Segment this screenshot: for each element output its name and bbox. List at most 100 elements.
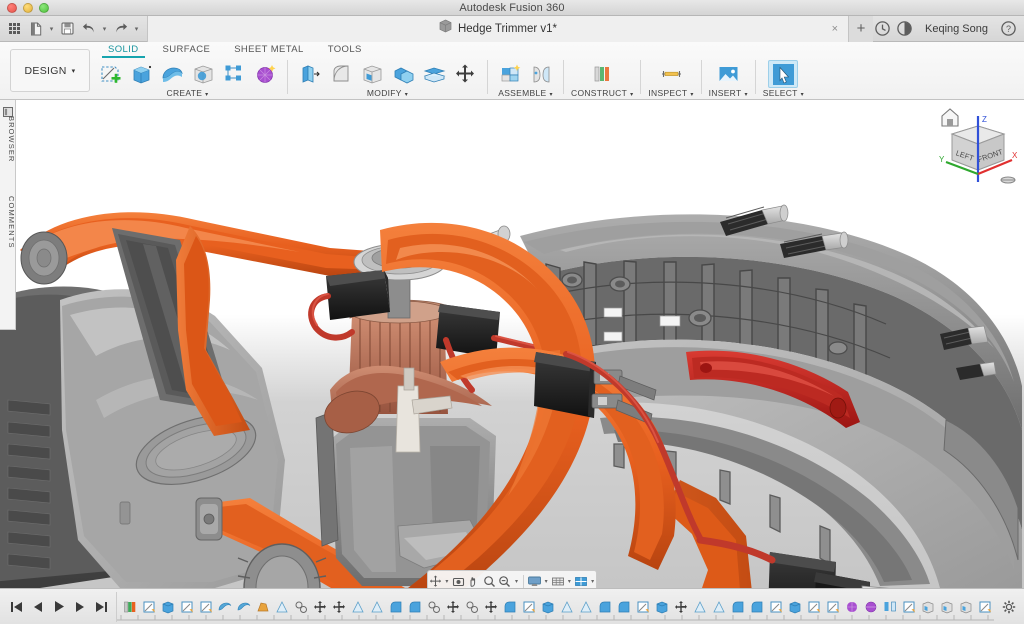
grid-snaps-icon[interactable]: [551, 572, 565, 588]
chevron-down-icon: ▾: [72, 67, 76, 75]
tab-sheet-metal-label: SHEET METAL: [234, 44, 304, 55]
chevron-down-icon[interactable]: ▾: [549, 92, 552, 98]
job-status-icon[interactable]: [873, 19, 892, 38]
home-icon: [942, 109, 958, 126]
ribbon-group-construct: CONSTRUCT▾: [568, 59, 636, 100]
document-tab[interactable]: Hedge Trimmer v1* ×: [147, 16, 849, 42]
redo-icon[interactable]: [111, 19, 130, 39]
combine-icon[interactable]: [388, 60, 418, 88]
timeline-feature-track[interactable]: [116, 592, 994, 622]
joint-icon[interactable]: [526, 60, 556, 88]
new-file-icon[interactable]: [26, 19, 45, 39]
zoom-fit-icon[interactable]: [498, 572, 512, 588]
tab-surface[interactable]: SURFACE: [151, 42, 223, 58]
ribbon-group-inspect-label: INSPECT▾: [648, 88, 693, 98]
pattern-icon[interactable]: [219, 60, 249, 88]
press-pull-icon[interactable]: [295, 60, 325, 88]
3d-viewport[interactable]: LEFT FRONT Z X Y: [0, 100, 1024, 588]
viewports-caret-icon[interactable]: ▾: [589, 578, 596, 585]
ribbon-group-insert-label: INSERT▾: [709, 88, 748, 98]
undo-caret-icon[interactable]: ▾: [100, 25, 109, 33]
form-icon[interactable]: [250, 60, 280, 88]
offset-plane-icon[interactable]: [587, 60, 617, 88]
insert-image-icon[interactable]: [713, 60, 743, 88]
new-file-caret-icon[interactable]: ▾: [47, 25, 56, 33]
orbit-hand-icon[interactable]: [467, 572, 481, 588]
select-cursor-icon[interactable]: [768, 60, 798, 88]
step-back-icon[interactable]: [32, 601, 44, 613]
create-sketch-icon[interactable]: [95, 60, 125, 88]
tab-surface-label: SURFACE: [163, 44, 211, 55]
document-tab-strip: ▾ ▾ ▾: [0, 16, 1024, 42]
timeline-settings-icon[interactable]: [994, 600, 1024, 614]
ribbon-group-modify-label: MODIFY▾: [367, 88, 408, 98]
tab-tools[interactable]: TOOLS: [316, 42, 374, 58]
notifications-icon[interactable]: [895, 19, 914, 38]
new-document-tab-button[interactable]: +: [849, 16, 873, 42]
grid-caret-icon[interactable]: ▾: [566, 578, 573, 585]
zoom-window-icon[interactable]: [482, 572, 496, 588]
undo-icon[interactable]: [79, 19, 98, 39]
pan-caret-icon[interactable]: ▾: [443, 578, 450, 585]
navbar-divider: [523, 575, 524, 588]
browser-icon[interactable]: [3, 104, 13, 114]
ribbon-group-select-label: SELECT▾: [763, 88, 804, 98]
extrude-icon[interactable]: [126, 60, 156, 88]
close-document-tab-button[interactable]: ×: [832, 23, 838, 35]
fusion360-window: Autodesk Fusion 360 ▾: [0, 0, 1024, 624]
pan-orbit-icon[interactable]: [428, 572, 442, 588]
chevron-down-icon[interactable]: ▾: [801, 92, 804, 98]
help-icon[interactable]: ?: [999, 19, 1018, 38]
chevron-down-icon[interactable]: ▾: [690, 92, 693, 98]
chevron-down-icon[interactable]: ▾: [744, 92, 747, 98]
sphere-icon[interactable]: [188, 60, 218, 88]
display-caret-icon[interactable]: ▾: [543, 578, 550, 585]
workspace-selector[interactable]: DESIGN ▾: [10, 49, 90, 92]
move-copy-icon[interactable]: [450, 60, 480, 88]
measure-icon[interactable]: [656, 60, 686, 88]
navigation-bar[interactable]: ▾ ▾ ▾ ▾: [427, 570, 597, 588]
ribbon-divider: [755, 60, 756, 94]
split-face-icon[interactable]: [419, 60, 449, 88]
svg-text:X: X: [1012, 151, 1018, 160]
play-icon[interactable]: [53, 600, 65, 613]
zoom-caret-icon[interactable]: ▾: [513, 578, 520, 585]
ribbon-group-construct-label: CONSTRUCT▾: [571, 88, 633, 98]
ribbon-groups: CREATE▾: [92, 59, 1024, 100]
ribbon-tab-list: SOLID SURFACE SHEET METAL TOOLS: [96, 42, 374, 59]
ribbon-group-assemble: ASSEMBLE▾: [492, 59, 559, 100]
save-icon[interactable]: [58, 19, 77, 39]
ribbon-group-select: SELECT▾: [760, 59, 807, 100]
look-at-icon[interactable]: [451, 572, 465, 588]
shell-icon[interactable]: [357, 60, 387, 88]
view-cube[interactable]: LEFT FRONT Z X Y: [922, 104, 1018, 190]
sidebar-item-browser[interactable]: BROWSER: [0, 116, 16, 162]
fillet-icon[interactable]: [326, 60, 356, 88]
revolve-icon[interactable]: [157, 60, 187, 88]
new-component-icon[interactable]: [495, 60, 525, 88]
chevron-down-icon[interactable]: ▾: [630, 92, 633, 98]
brush-holder-left: [326, 270, 390, 320]
tab-tools-label: TOOLS: [328, 44, 362, 55]
timeline-ruler: [117, 608, 994, 617]
chevron-down-icon[interactable]: ▾: [405, 92, 408, 98]
ribbon-group-inspect: INSPECT▾: [645, 59, 696, 100]
redo-caret-icon[interactable]: ▾: [132, 25, 141, 33]
grid-apps-icon[interactable]: [5, 19, 24, 39]
ribbon-divider: [701, 60, 702, 94]
chevron-down-icon[interactable]: ▾: [205, 92, 208, 98]
go-to-beginning-icon[interactable]: [10, 601, 23, 613]
ribbon-divider: [640, 60, 641, 94]
tab-solid[interactable]: SOLID: [96, 42, 151, 58]
tab-sheet-metal[interactable]: SHEET METAL: [222, 42, 316, 58]
sidebar-item-comments[interactable]: COMMENTS: [0, 196, 16, 249]
display-settings-icon[interactable]: [527, 572, 542, 588]
step-forward-icon[interactable]: [74, 601, 86, 613]
go-to-end-icon[interactable]: [95, 601, 108, 613]
user-name-label[interactable]: Keqing Song: [917, 23, 996, 35]
timeline-bar: [0, 588, 1024, 624]
viewports-icon[interactable]: [574, 572, 588, 588]
ribbon-group-insert: INSERT▾: [706, 59, 751, 100]
workspace-selector-label: DESIGN: [25, 65, 67, 77]
svg-text:Y: Y: [939, 155, 945, 164]
